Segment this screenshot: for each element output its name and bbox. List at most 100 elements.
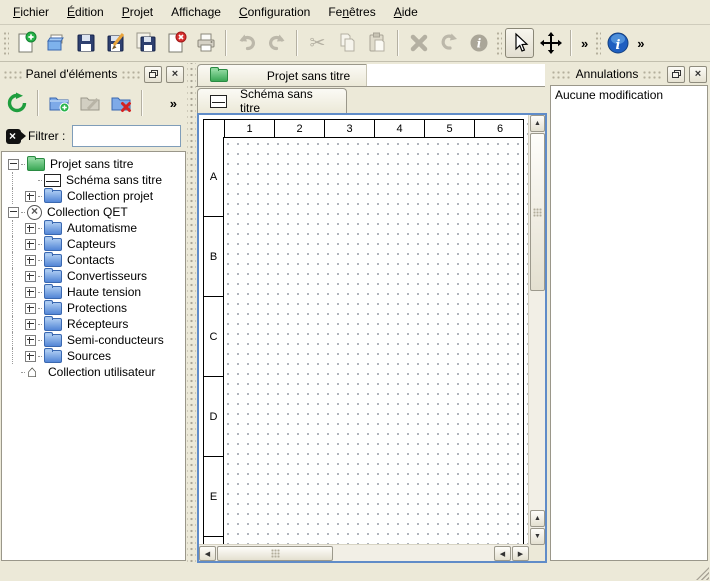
tree-expander[interactable]	[25, 303, 36, 314]
tree-item[interactable]: Haute tension	[2, 284, 185, 300]
tree-expander[interactable]	[25, 271, 36, 282]
tree-expander[interactable]	[25, 335, 36, 346]
panel-toolbar-overflow-button[interactable]: »	[167, 96, 180, 111]
tree-expander[interactable]	[8, 207, 19, 218]
tree-expander[interactable]	[25, 223, 36, 234]
tree-expander[interactable]	[25, 191, 36, 202]
scroll-left-icon: ◀	[205, 550, 210, 558]
scroll-right-button[interactable]: ▶	[512, 546, 529, 561]
move-mode-button[interactable]	[537, 29, 564, 57]
undo-button[interactable]	[233, 29, 260, 57]
tree-item-icon	[44, 238, 62, 251]
menu-item[interactable]: Projet	[113, 2, 162, 22]
menu-item[interactable]: Édition	[58, 2, 113, 22]
tree-indent	[12, 188, 25, 204]
tree-connector	[38, 340, 42, 341]
close-file-button[interactable]	[162, 29, 189, 57]
toolbar-separator	[570, 30, 572, 56]
move-icon	[539, 31, 563, 55]
copy-button[interactable]	[334, 29, 361, 57]
diagram-tab[interactable]: Schéma sans titre	[197, 88, 347, 113]
tree-expander[interactable]	[25, 319, 36, 330]
tree-item[interactable]: Collection QET	[2, 204, 185, 220]
elements-panel-titlebar[interactable]: Panel d'éléments ×	[0, 63, 187, 85]
tree-item[interactable]: Contacts	[2, 252, 185, 268]
scroll-left-button-2[interactable]: ◀	[494, 546, 511, 561]
tree-item[interactable]: Schéma sans titre	[2, 172, 185, 188]
rotate-button[interactable]	[435, 29, 462, 57]
scroll-up-button-2[interactable]: ▲	[530, 510, 545, 527]
filter-input[interactable]	[72, 125, 181, 147]
tree-expander[interactable]	[25, 351, 36, 362]
redo-button[interactable]	[263, 29, 290, 57]
toolbar-drag-handle[interactable]	[594, 30, 601, 56]
tree-item[interactable]: Convertisseurs	[2, 268, 185, 284]
select-mode-button[interactable]	[505, 28, 534, 58]
tree-item[interactable]: Capteurs	[2, 236, 185, 252]
resize-grip[interactable]	[696, 567, 709, 580]
save-all-button[interactable]	[132, 29, 159, 57]
paste-button[interactable]	[364, 29, 391, 57]
tree-item[interactable]: Récepteurs	[2, 316, 185, 332]
tree-expander[interactable]	[8, 159, 19, 170]
cut-button[interactable]: ✂	[304, 29, 331, 57]
new-category-button[interactable]	[45, 88, 73, 118]
tree-item-label: Schéma sans titre	[66, 173, 162, 187]
diagram-canvas[interactable]: 123456 ABCDE	[199, 115, 529, 545]
tree-item[interactable]: Protections	[2, 300, 185, 316]
menu-item[interactable]: Affichage	[162, 2, 230, 22]
undo-list-item[interactable]: Aucune modification	[551, 86, 707, 105]
tree-item[interactable]: Automatisme	[2, 220, 185, 236]
about-button[interactable]: i	[604, 29, 631, 57]
main-toolbar: ✂	[0, 25, 710, 62]
clear-filter-icon[interactable]	[6, 129, 21, 144]
tree-expander[interactable]	[25, 255, 36, 266]
menu-item[interactable]: Fenêtres	[319, 2, 384, 22]
tree-expander[interactable]	[25, 239, 36, 250]
close-panel-button[interactable]: ×	[166, 66, 184, 83]
edit-category-button[interactable]	[76, 88, 104, 118]
tree-expander[interactable]	[25, 287, 36, 298]
vertical-scrollbar[interactable]: ▲ ▲ ▼	[528, 115, 545, 545]
toolbar-drag-handle[interactable]	[495, 30, 502, 56]
application-window: FichierÉditionProjetAffichageConfigurati…	[0, 0, 710, 581]
menu-item-mnemonic: P	[122, 5, 130, 19]
new-project-button[interactable]	[12, 29, 39, 57]
menu-item[interactable]: Fichier	[4, 2, 58, 22]
tree-connector	[38, 260, 42, 261]
close-panel-button[interactable]: ×	[689, 66, 707, 83]
tree-item[interactable]: Collection utilisateur	[2, 364, 185, 380]
menu-item[interactable]: Configuration	[230, 2, 319, 22]
print-button[interactable]	[192, 29, 219, 57]
reload-collections-button[interactable]	[3, 88, 31, 118]
toolbar-overflow-button[interactable]: »	[578, 36, 591, 51]
scroll-left-button[interactable]: ◀	[199, 546, 216, 561]
save-button[interactable]	[72, 29, 99, 57]
toolbar-overflow-button[interactable]: »	[634, 36, 647, 51]
delete-category-button[interactable]	[107, 88, 135, 118]
menu-item[interactable]: Aide	[385, 2, 427, 22]
float-panel-button[interactable]	[144, 66, 162, 83]
project-tab-label: Projet sans titre	[241, 69, 376, 83]
horizontal-scrollbar[interactable]: ◀ ◀ ▶	[199, 544, 529, 561]
horizontal-scroll-thumb[interactable]	[217, 546, 333, 561]
delete-button[interactable]	[405, 29, 432, 57]
project-tab[interactable]: Projet sans titre	[197, 64, 387, 86]
filter-row: Filtrer :	[0, 121, 187, 151]
scroll-down-button[interactable]: ▼	[530, 528, 545, 545]
info-disabled-button[interactable]: i	[465, 29, 492, 57]
undo-panel-titlebar[interactable]: Annulations ×	[548, 63, 710, 85]
panel-splitter[interactable]	[187, 63, 196, 562]
tree-item[interactable]: Collection projet	[2, 188, 185, 204]
vertical-scroll-thumb[interactable]	[530, 133, 545, 291]
open-project-button[interactable]	[42, 29, 69, 57]
tree-item-icon	[44, 302, 62, 315]
tree-item[interactable]: Semi-conducteurs	[2, 332, 185, 348]
tree-item[interactable]: Projet sans titre	[2, 156, 185, 172]
scroll-up-button[interactable]: ▲	[530, 115, 545, 132]
close-file-icon	[164, 31, 188, 55]
float-panel-button[interactable]	[667, 66, 685, 83]
diagram-view[interactable]: 123456 ABCDE ▲ ▲ ▼ ◀ ◀ ▶	[197, 113, 547, 563]
toolbar-drag-handle[interactable]	[2, 30, 9, 56]
save-as-button[interactable]	[102, 29, 129, 57]
